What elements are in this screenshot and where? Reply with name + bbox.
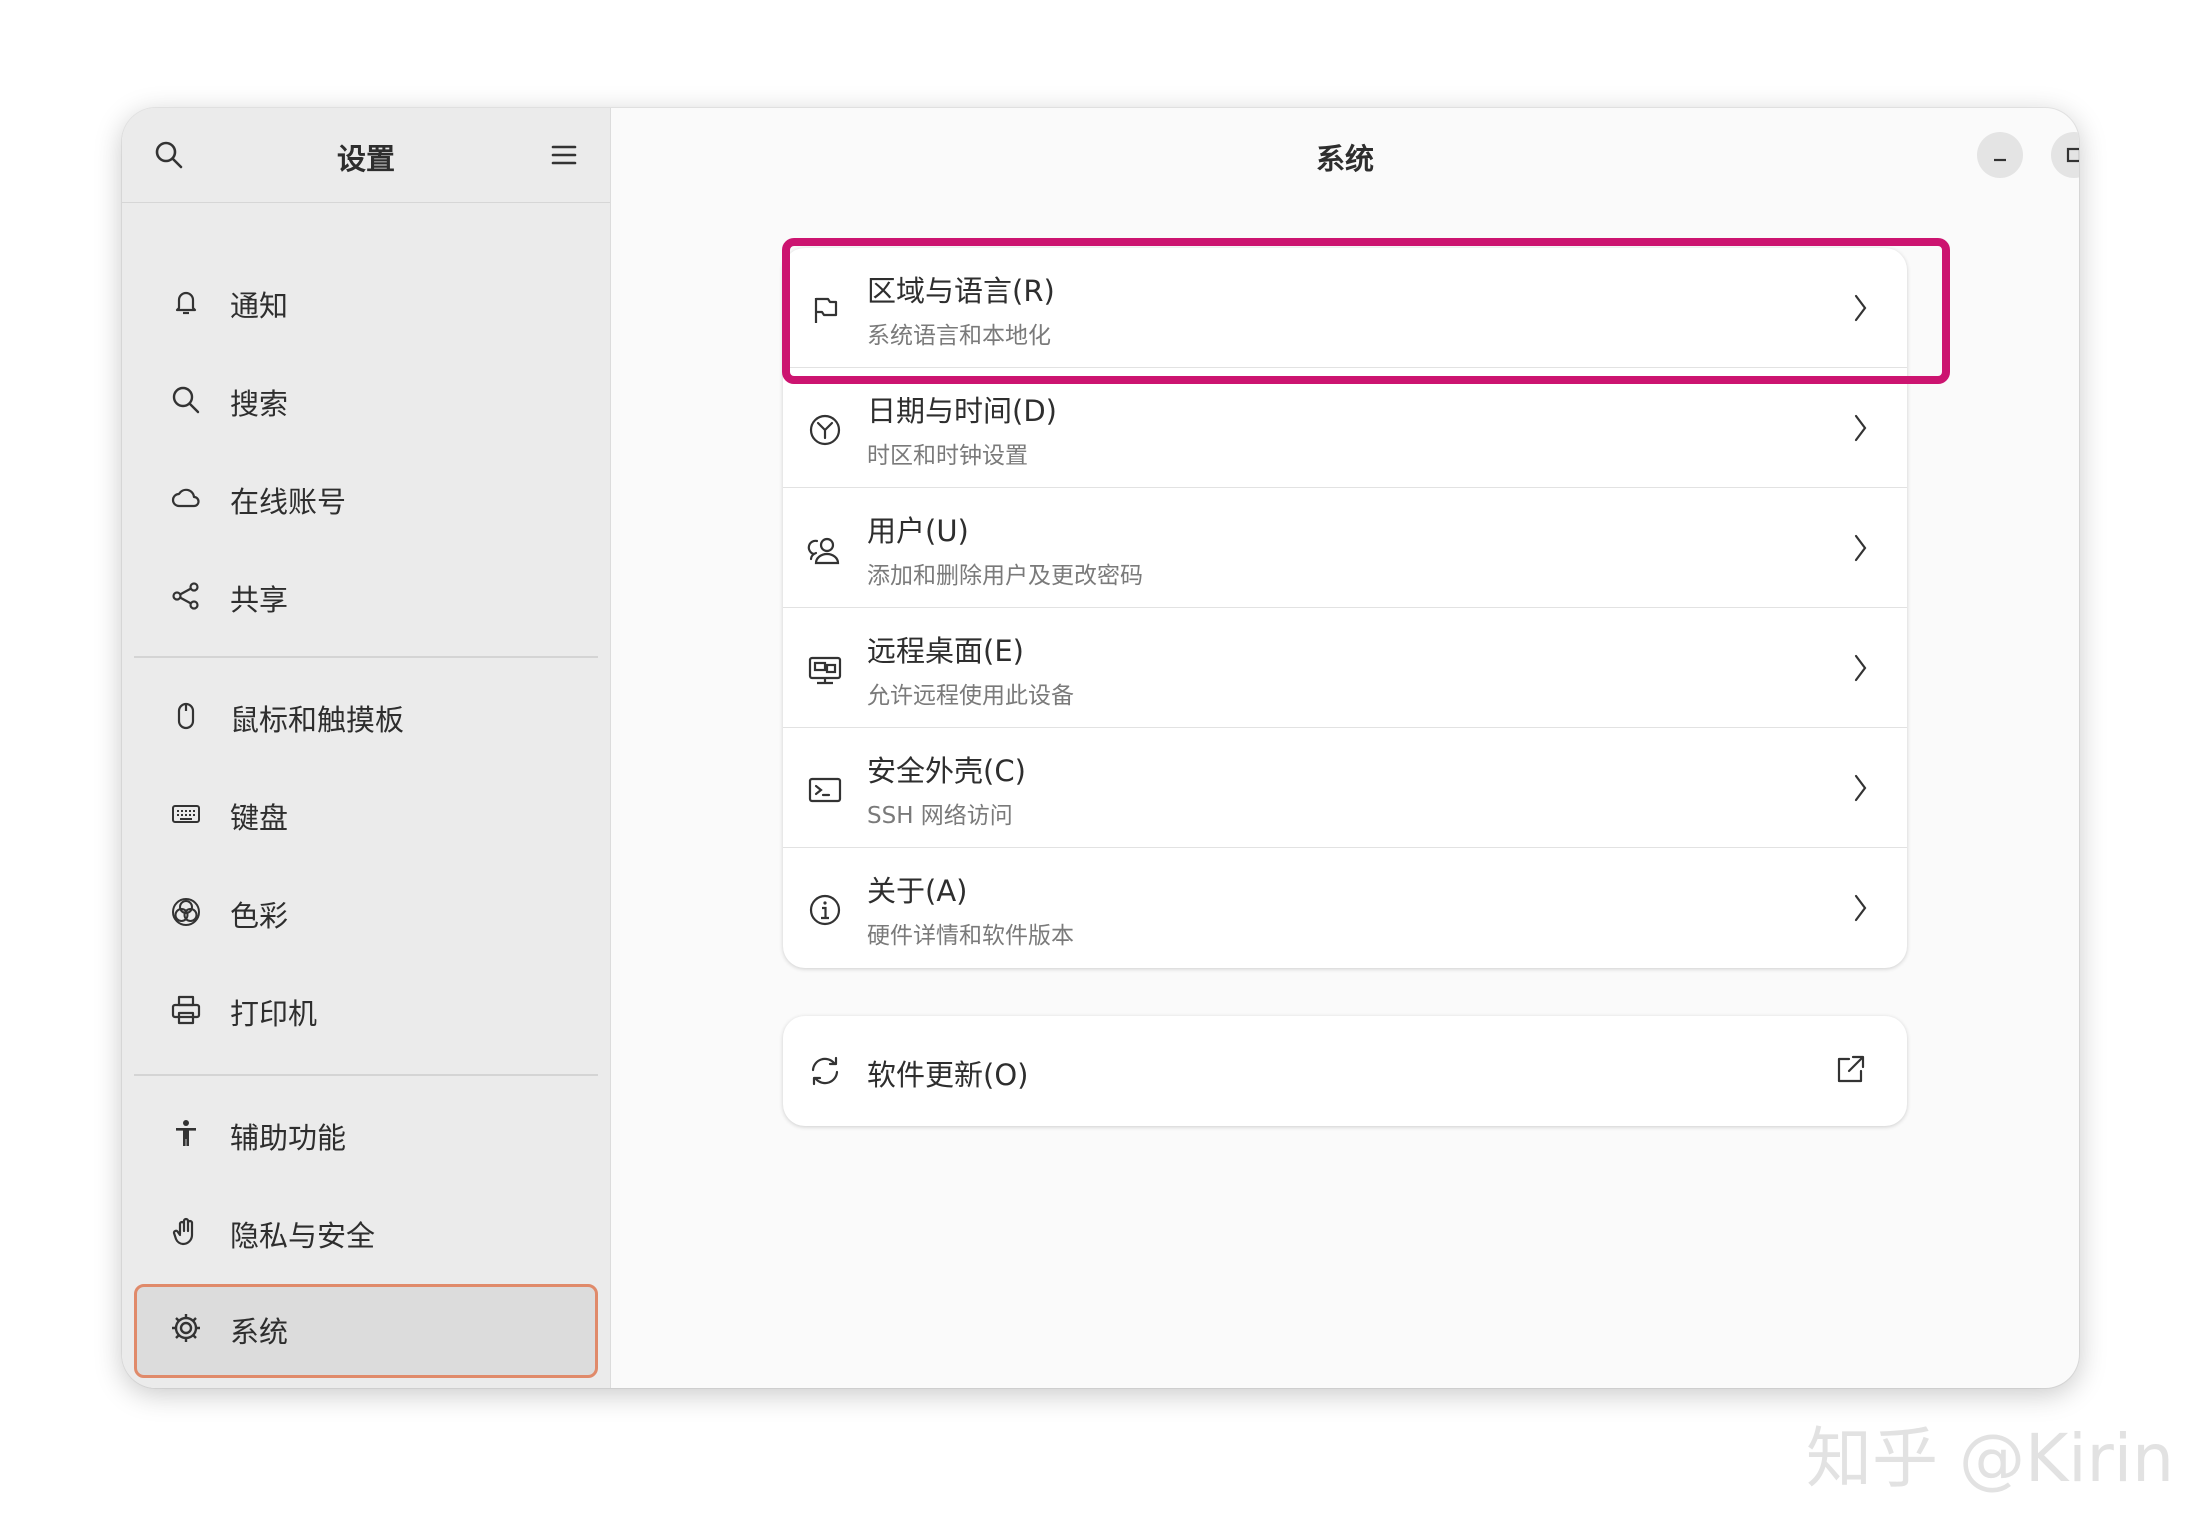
- sidebar-item-keyboard[interactable]: 键盘: [134, 770, 598, 858]
- share-icon: [172, 582, 199, 610]
- keyboard-icon: [172, 805, 200, 823]
- sidebar-item-label: 辅助功能: [230, 1121, 347, 1155]
- software-update-title: 软件更新(O): [867, 1058, 1029, 1092]
- list-item-about[interactable]: 关于(A) 硬件详情和软件版本: [783, 848, 1907, 968]
- gear-icon: [172, 1314, 200, 1342]
- list-item-date-time[interactable]: 日期与时间(D) 时区和时钟设置: [783, 368, 1907, 488]
- hand-icon: [172, 1217, 194, 1246]
- printer-icon: [171, 995, 201, 1025]
- chevron-right-icon: [1854, 414, 1867, 442]
- sidebar-header: 设置: [122, 108, 610, 203]
- row-title: 日期与时间(D): [867, 394, 1057, 428]
- sidebar-item-label: 色彩: [230, 899, 289, 933]
- sidebar-item-label: 隐私与安全: [230, 1219, 376, 1253]
- sidebar-item-privacy[interactable]: 隐私与安全: [134, 1188, 598, 1276]
- info-icon: [809, 894, 841, 926]
- sidebar-item-printers[interactable]: 打印机: [134, 966, 598, 1054]
- sidebar-item-label: 打印机: [230, 997, 318, 1031]
- chevron-right-icon: [1854, 894, 1867, 922]
- sidebar-item-label: 键盘: [230, 801, 289, 835]
- sidebar-item-online-accounts[interactable]: 在线账号: [134, 454, 598, 542]
- row-subtitle: 添加和删除用户及更改密码: [867, 563, 1143, 589]
- sidebar-item-accessibility[interactable]: 辅助功能: [134, 1090, 598, 1178]
- sidebar-item-sharing[interactable]: 共享: [134, 552, 598, 640]
- row-title: 安全外壳(C): [867, 754, 1026, 788]
- sidebar-item-color[interactable]: 色彩: [134, 868, 598, 956]
- sidebar-separator: [134, 656, 598, 658]
- row-subtitle: SSH 网络访问: [867, 803, 1013, 829]
- refresh-icon: [811, 1056, 839, 1086]
- row-title: 关于(A): [867, 874, 968, 908]
- sidebar-item-system[interactable]: 系统: [134, 1284, 598, 1378]
- highlight-box: [782, 238, 1950, 384]
- list-item-remote-desktop[interactable]: 远程桌面(E) 允许远程使用此设备: [783, 608, 1907, 728]
- accessibility-icon: [176, 1120, 196, 1146]
- sidebar-item-label: 系统: [230, 1315, 289, 1349]
- users-icon: [807, 537, 840, 565]
- sidebar-item-search[interactable]: 搜索: [134, 356, 598, 444]
- sidebar-item-label: 共享: [230, 583, 289, 617]
- chevron-right-icon: [1854, 774, 1867, 802]
- external-link-icon[interactable]: [1833, 1053, 1867, 1087]
- cloud-icon: [171, 488, 200, 508]
- sidebar-item-notifications[interactable]: 通知: [134, 258, 598, 346]
- sidebar-item-label: 在线账号: [230, 485, 347, 519]
- row-subtitle: 硬件详情和软件版本: [867, 923, 1074, 949]
- minimize-icon: [1994, 158, 2006, 162]
- sidebar: 设置 应用 通知 搜索: [122, 108, 611, 1388]
- maximize-icon: [2066, 147, 2079, 163]
- terminal-icon: [808, 777, 842, 803]
- remote-desktop-icon: [808, 656, 842, 685]
- list-item-users[interactable]: 用户(U) 添加和删除用户及更改密码: [783, 488, 1907, 608]
- row-title: 远程桌面(E): [867, 634, 1024, 668]
- sidebar-title: 设置: [336, 142, 395, 176]
- row-title: 用户(U): [867, 514, 969, 548]
- sidebar-item-label: 通知: [230, 289, 289, 323]
- chevron-right-icon: [1854, 534, 1867, 562]
- watermark: 知乎 @Kirin: [1806, 1420, 2174, 1497]
- bell-icon: [175, 291, 197, 315]
- software-update-card[interactable]: 软件更新(O): [783, 1016, 1907, 1126]
- sidebar-separator: [134, 1074, 598, 1076]
- hamburger-menu-icon[interactable]: [548, 139, 580, 171]
- chevron-right-icon: [1854, 654, 1867, 682]
- clock-icon: [809, 414, 841, 446]
- sidebar-item-mouse[interactable]: 鼠标和触摸板: [134, 672, 598, 760]
- row-subtitle: 允许远程使用此设备: [867, 683, 1074, 709]
- sidebar-item-label: 搜索: [230, 387, 289, 421]
- page-title: 系统: [1315, 142, 1374, 176]
- minimize-button[interactable]: [1977, 132, 2023, 178]
- mouse-icon: [177, 702, 195, 730]
- list-item-secure-shell[interactable]: 安全外壳(C) SSH 网络访问: [783, 728, 1907, 848]
- sidebar-item-label: 鼠标和触摸板: [230, 703, 405, 737]
- row-subtitle: 时区和时钟设置: [867, 443, 1028, 469]
- search-icon: [172, 386, 200, 414]
- color-icon: [172, 898, 200, 926]
